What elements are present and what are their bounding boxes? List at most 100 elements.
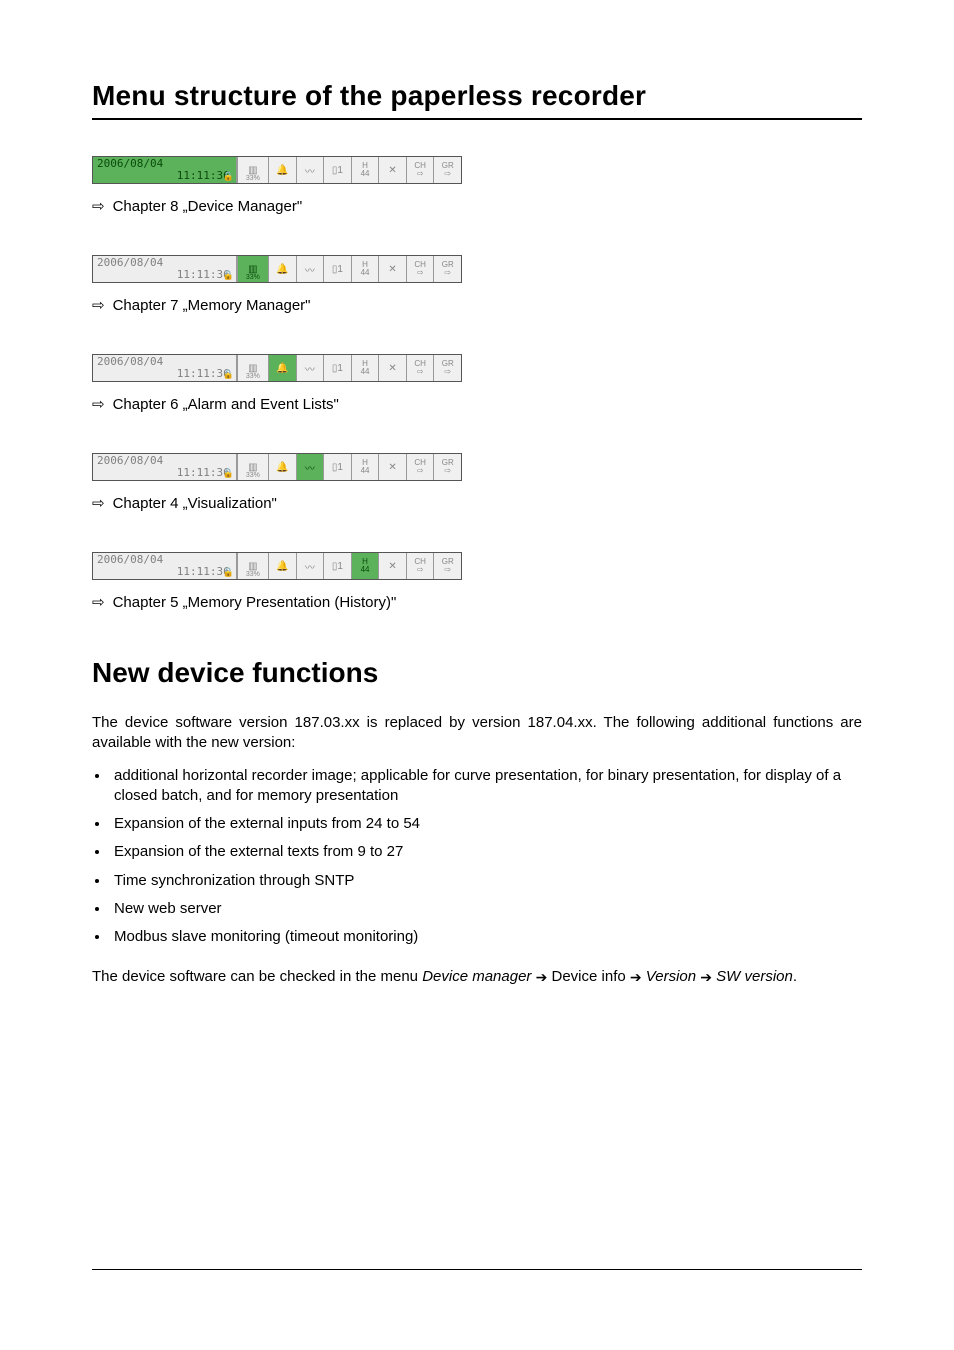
bullet-arrow-icon: ⇨ bbox=[92, 199, 105, 214]
pct-cell[interactable]: ▥ 33% bbox=[237, 256, 268, 282]
arrow-icon: ➔ bbox=[536, 969, 548, 985]
datetime-cell[interactable]: 2006/08/04 11:11:36 🔒 bbox=[93, 553, 237, 579]
list-item: Expansion of the external inputs from 24… bbox=[110, 814, 862, 834]
ch-cell[interactable]: CH ⇨ bbox=[406, 454, 434, 480]
pct-cell[interactable]: ▥ 33% bbox=[237, 355, 268, 381]
chapter-link-8: ⇨ Chapter 8 „Device Manager" bbox=[92, 198, 862, 215]
arrow-icon: ⇨ bbox=[417, 269, 424, 277]
page-cell[interactable]: ▯1 bbox=[323, 454, 351, 480]
arrow-icon: ⇨ bbox=[444, 368, 451, 376]
arrow-icon: ⇨ bbox=[444, 566, 451, 574]
time-text: 11:11:36 bbox=[97, 368, 232, 380]
tools-cell[interactable]: ✕ bbox=[378, 553, 406, 579]
h44-cell[interactable]: H 44 bbox=[351, 355, 379, 381]
gr-cell[interactable]: GR ⇨ bbox=[433, 454, 461, 480]
bell-cell[interactable]: 🔔 bbox=[268, 454, 296, 480]
tools-cell[interactable]: ✕ bbox=[378, 157, 406, 183]
tools-icon: ✕ bbox=[388, 561, 396, 572]
closing-pre: The device software can be checked in th… bbox=[92, 968, 422, 985]
pct-cell[interactable]: ▥ 33% bbox=[237, 454, 268, 480]
wave-icon: 〰 bbox=[305, 361, 315, 376]
disk-icon: ▥ bbox=[248, 363, 257, 374]
wave-icon: 〰 bbox=[305, 262, 315, 277]
arrow-icon: ⇨ bbox=[417, 368, 424, 376]
bell-cell[interactable]: 🔔 bbox=[268, 157, 296, 183]
bell-icon: 🔔 bbox=[276, 363, 288, 374]
gr-cell[interactable]: GR ⇨ bbox=[433, 256, 461, 282]
time-text: 11:11:36 bbox=[97, 269, 232, 281]
h-bot-text: 44 bbox=[361, 566, 370, 574]
bell-icon: 🔔 bbox=[276, 462, 288, 473]
page-title: Menu structure of the paperless recorder bbox=[92, 80, 862, 112]
wave-cell[interactable]: 〰 bbox=[296, 355, 324, 381]
page-cell[interactable]: ▯1 bbox=[323, 355, 351, 381]
disk-icon: ▥ bbox=[248, 561, 257, 572]
page-cell[interactable]: ▯1 bbox=[323, 157, 351, 183]
wave-icon: 〰 bbox=[305, 559, 315, 574]
pct-text: 33% bbox=[238, 571, 268, 579]
bell-cell[interactable]: 🔔 bbox=[268, 553, 296, 579]
pct-text: 33% bbox=[238, 373, 268, 381]
tools-cell[interactable]: ✕ bbox=[378, 256, 406, 282]
h-bot-text: 44 bbox=[361, 269, 370, 277]
page-cell[interactable]: ▯1 bbox=[323, 256, 351, 282]
page-icon: ▯1 bbox=[332, 462, 343, 473]
datetime-cell[interactable]: 2006/08/04 11:11:36 🔒 bbox=[93, 454, 237, 480]
time-text: 11:11:36 bbox=[97, 467, 232, 479]
datetime-cell[interactable]: 2006/08/04 11:11:36 🔒 bbox=[93, 355, 237, 381]
bullet-arrow-icon: ⇨ bbox=[92, 397, 105, 412]
wave-cell[interactable]: 〰 bbox=[296, 157, 324, 183]
closing-device-info: Device info bbox=[547, 968, 630, 985]
toolbar-visualization: 2006/08/04 11:11:36 🔒 ▥ 33% 🔔 〰 ▯1 H 44 … bbox=[92, 453, 462, 481]
wave-cell[interactable]: 〰 bbox=[296, 553, 324, 579]
pct-cell[interactable]: ▥ 33% bbox=[237, 553, 268, 579]
time-text: 11:11:36 bbox=[97, 566, 232, 578]
bell-cell[interactable]: 🔔 bbox=[268, 256, 296, 282]
pct-text: 33% bbox=[238, 472, 268, 480]
list-item: additional horizontal recorder image; ap… bbox=[110, 766, 862, 807]
ch-cell[interactable]: CH ⇨ bbox=[406, 256, 434, 282]
lock-icon: 🔒 bbox=[222, 272, 233, 281]
list-item: Expansion of the external texts from 9 t… bbox=[110, 842, 862, 862]
page-icon: ▯1 bbox=[332, 165, 343, 176]
h-bot-text: 44 bbox=[361, 467, 370, 475]
toolbar-memory-manager: 2006/08/04 11:11:36 🔒 ▥ 33% 🔔 〰 ▯1 H 44 … bbox=[92, 255, 462, 283]
datetime-cell[interactable]: 2006/08/04 11:11:36 🔒 bbox=[93, 256, 237, 282]
lock-icon: 🔒 bbox=[222, 173, 233, 182]
arrow-icon: ⇨ bbox=[444, 170, 451, 178]
h44-cell[interactable]: H 44 bbox=[351, 157, 379, 183]
tools-cell[interactable]: ✕ bbox=[378, 454, 406, 480]
ch-cell[interactable]: CH ⇨ bbox=[406, 157, 434, 183]
h44-cell[interactable]: H 44 bbox=[351, 256, 379, 282]
toolbar-device-manager: 2006/08/04 11:11:36 🔒 ▥ 33% 🔔 〰 ▯1 H 44 … bbox=[92, 156, 462, 184]
chapter-link-4: ⇨ Chapter 4 „Visualization" bbox=[92, 495, 862, 512]
arrow-icon: ⇨ bbox=[444, 467, 451, 475]
wave-cell[interactable]: 〰 bbox=[296, 454, 324, 480]
bell-icon: 🔔 bbox=[276, 165, 288, 176]
chapter-link-7: ⇨ Chapter 7 „Memory Manager" bbox=[92, 297, 862, 314]
chapter-text: Chapter 6 „Alarm and Event Lists" bbox=[113, 396, 339, 413]
ch-cell[interactable]: CH ⇨ bbox=[406, 553, 434, 579]
wave-cell[interactable]: 〰 bbox=[296, 256, 324, 282]
disk-icon: ▥ bbox=[248, 462, 257, 473]
bell-cell[interactable]: 🔔 bbox=[268, 355, 296, 381]
gr-cell[interactable]: GR ⇨ bbox=[433, 355, 461, 381]
page-icon: ▯1 bbox=[332, 561, 343, 572]
datetime-cell[interactable]: 2006/08/04 11:11:36 🔒 bbox=[93, 157, 237, 183]
footer-rule bbox=[92, 1269, 862, 1270]
ch-cell[interactable]: CH ⇨ bbox=[406, 355, 434, 381]
closing-paragraph: The device software can be checked in th… bbox=[92, 967, 862, 987]
page-icon: ▯1 bbox=[332, 363, 343, 374]
gr-cell[interactable]: GR ⇨ bbox=[433, 553, 461, 579]
page-cell[interactable]: ▯1 bbox=[323, 553, 351, 579]
h44-cell[interactable]: H 44 bbox=[351, 454, 379, 480]
tools-cell[interactable]: ✕ bbox=[378, 355, 406, 381]
gr-cell[interactable]: GR ⇨ bbox=[433, 157, 461, 183]
pct-text: 33% bbox=[238, 175, 268, 183]
tools-icon: ✕ bbox=[388, 363, 396, 374]
bell-icon: 🔔 bbox=[276, 264, 288, 275]
h44-cell[interactable]: H 44 bbox=[351, 553, 379, 579]
pct-cell[interactable]: ▥ 33% bbox=[237, 157, 268, 183]
arrow-icon: ⇨ bbox=[417, 566, 424, 574]
disk-icon: ▥ bbox=[248, 264, 257, 275]
